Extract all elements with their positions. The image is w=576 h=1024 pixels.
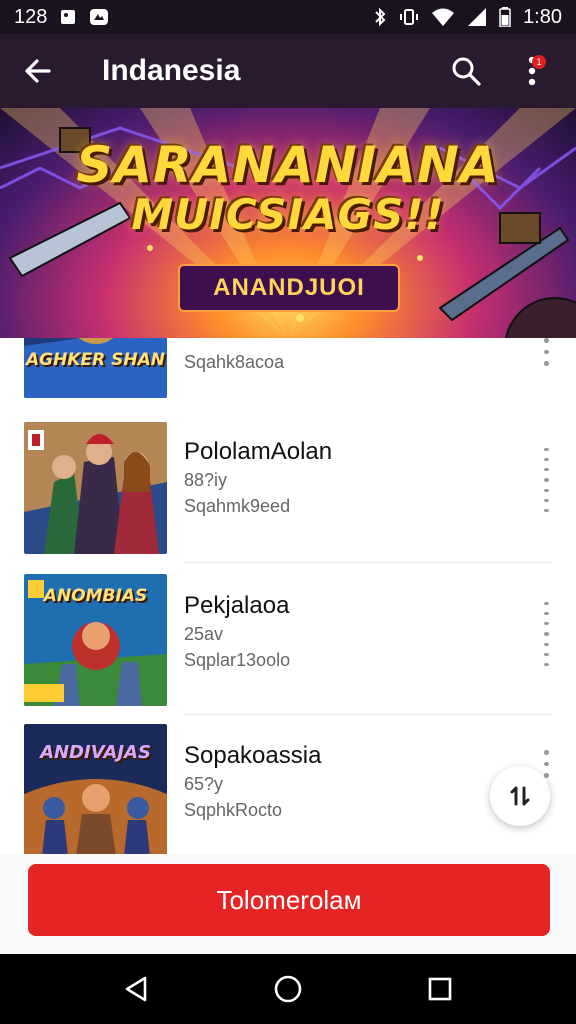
dot <box>543 338 549 343</box>
list-item[interactable]: ANDIVAJAS Sopakoassia 65?y SqphkRocto <box>0 724 576 854</box>
list-item[interactable]: ANOMBIAS Pekjalaoa 25av Sqplar13oolo <box>0 574 576 724</box>
item-subtitle: Sqplar13oolo <box>184 650 291 670</box>
vibrate-icon <box>399 7 419 27</box>
search-button[interactable] <box>438 43 494 99</box>
game-list: AGHKER SHAN Sqahk8acoa PololamAolan 88?i… <box>0 338 576 854</box>
nav-recents-button[interactable] <box>410 959 470 1019</box>
thumbnail-art <box>24 422 167 554</box>
nav-home-button[interactable] <box>258 959 318 1019</box>
dot <box>543 642 549 646</box>
item-more-button[interactable] <box>528 600 564 666</box>
primary-action-button[interactable]: Tolomerolaм <box>28 864 550 936</box>
item-subtitle: Sqahk8acoa <box>184 352 285 372</box>
banner-cta-button[interactable]: ANANDJUOI <box>178 264 400 312</box>
dot <box>543 773 549 778</box>
dot <box>543 361 549 366</box>
dot <box>543 750 549 755</box>
dot <box>543 662 549 666</box>
nav-back-button[interactable] <box>106 959 166 1019</box>
item-title: PololamAolan <box>184 438 333 465</box>
page-title: Indanesia <box>102 54 241 87</box>
swap-icon <box>510 786 530 806</box>
item-more-button[interactable] <box>528 338 564 366</box>
divider <box>184 562 552 563</box>
triangle-back-icon <box>125 976 147 1002</box>
dot <box>543 508 549 512</box>
item-thumbnail: ANOMBIAS <box>24 574 167 706</box>
floating-action-button[interactable] <box>490 766 550 826</box>
dot <box>543 468 549 472</box>
thumbnail-label: AGHKER SHAN <box>26 350 165 370</box>
bottom-action-area: Tolomerolaм <box>0 854 576 954</box>
bluetooth-icon <box>373 7 387 27</box>
dot <box>543 458 549 462</box>
dot <box>543 478 549 482</box>
circle-home-icon <box>274 975 302 1003</box>
dot <box>543 349 549 355</box>
thumbnail-label: ANOMBIAS <box>43 586 148 606</box>
notification-badge: 1 <box>532 55 546 69</box>
item-meta: 65?y <box>184 774 224 794</box>
item-meta: 88?iy <box>184 470 228 490</box>
item-title: Sopakoassia <box>184 742 322 769</box>
system-nav-bar <box>0 954 576 1024</box>
item-subtitle: SqphkRocto <box>184 800 283 820</box>
thumbnail-label: ANDIVAJAS <box>40 742 151 763</box>
item-thumbnail: ANDIVAJAS <box>24 724 167 854</box>
more-options-button[interactable]: 1 <box>504 43 560 99</box>
dot <box>543 488 549 492</box>
back-button[interactable] <box>0 34 76 108</box>
app-bar: Indanesia 1 <box>0 34 576 108</box>
item-thumbnail: AGHKER SHAN <box>24 338 167 398</box>
image-icon <box>59 8 77 26</box>
status-time-left: 128 <box>14 5 48 28</box>
promo-banner[interactable]: SARANANIANA MUICSIAGS!! ANANDJUOI <box>0 108 576 338</box>
dot <box>543 652 549 656</box>
search-icon <box>452 57 481 86</box>
item-subtitle: Sqahmk9eed <box>184 496 291 516</box>
divider <box>184 714 552 715</box>
dot <box>543 498 549 502</box>
signal-icon <box>467 7 487 27</box>
status-bar: 128 1:80 <box>0 0 576 34</box>
dot <box>543 612 549 616</box>
dot <box>543 448 549 452</box>
list-item[interactable]: PololamAolan 88?iy Sqahmk9eed <box>0 422 576 572</box>
item-meta: 25av <box>184 624 224 644</box>
dot <box>543 602 549 606</box>
app-notification-icon <box>89 8 109 26</box>
square-recents-icon <box>428 977 452 1001</box>
battery-icon <box>499 7 511 27</box>
banner-title-line1: SARANANIANA <box>76 136 500 194</box>
status-time-right: 1:80 <box>523 5 562 28</box>
arrow-left-icon <box>25 59 51 83</box>
dot <box>543 632 549 636</box>
dot <box>543 761 549 767</box>
item-thumbnail <box>24 422 167 554</box>
list-item[interactable]: AGHKER SHAN Sqahk8acoa <box>0 338 576 406</box>
banner-title-line2: MUICSIAGS!! <box>131 190 445 239</box>
item-more-button[interactable] <box>528 446 564 512</box>
dot <box>543 622 549 626</box>
wifi-icon <box>431 7 455 27</box>
item-title: Pekjalaoa <box>184 592 290 619</box>
